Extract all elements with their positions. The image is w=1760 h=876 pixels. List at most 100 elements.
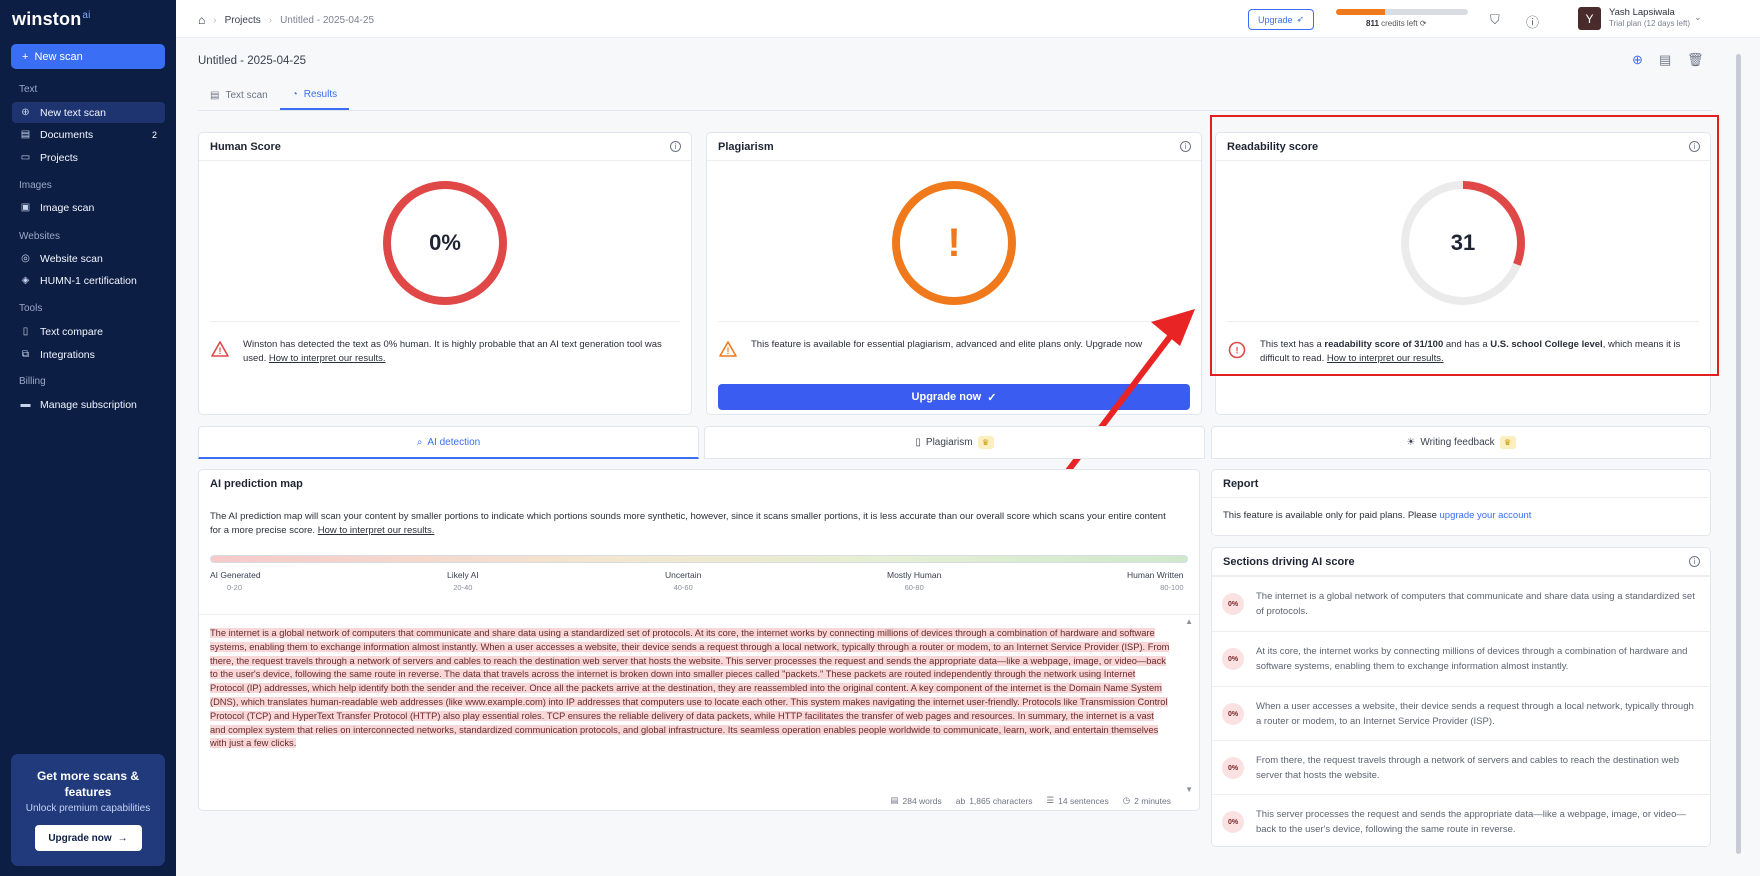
sidebar-item-website-scan[interactable]: ◎ Website scan	[12, 248, 165, 269]
add-icon[interactable]: ⊕	[1632, 52, 1643, 68]
user-plan: Trial plan (12 days left)	[1609, 19, 1691, 28]
sidebar-item-new-text-scan[interactable]: ⊕ New text scan	[12, 102, 165, 123]
human-score-title: Human Score i	[199, 133, 691, 161]
upgrade-account-link[interactable]: upgrade your account	[1440, 510, 1532, 521]
breadcrumb-projects[interactable]: Projects	[225, 15, 261, 26]
promo-upgrade-button[interactable]: Upgrade now →	[34, 825, 142, 851]
documents-count-badge: 2	[151, 129, 157, 140]
interpret-results-link[interactable]: How to interpret our results.	[318, 525, 435, 536]
scroll-down-icon[interactable]: ▼	[1185, 785, 1193, 794]
breadcrumb-separator-icon: ›	[213, 14, 217, 26]
document-icon: ▤	[890, 795, 899, 805]
certificate-icon: ◈	[21, 275, 30, 286]
sentence-count: ☰ 14 sentences	[1046, 795, 1109, 806]
tab-writing-feedback[interactable]: ☀ Writing feedback ♛	[1211, 426, 1711, 459]
tab-plagiarism[interactable]: ▯ Plagiarism ♛	[704, 426, 1205, 459]
score-badge: 0%	[1222, 593, 1244, 615]
archive-icon[interactable]: ▤	[1659, 52, 1671, 68]
svg-text:!: !	[219, 346, 222, 356]
section-text: From there, the request travels through …	[1256, 755, 1679, 781]
upgrade-promo-card: Get more scans & features Unlock premium…	[11, 754, 165, 866]
human-score-value: 0%	[429, 230, 461, 255]
section-text: The internet is a global network of comp…	[1256, 591, 1695, 617]
prediction-map-text-area[interactable]: ▲ The internet is a global network of co…	[199, 614, 1199, 794]
highlighted-text: The internet is a global network of comp…	[210, 628, 1170, 749]
document-icon: ▤	[20, 129, 31, 140]
sidebar-item-humn-certification[interactable]: ◈ HUMN-1 certification	[12, 270, 165, 291]
breadcrumb: ⌂ › Projects › Untitled - 2025-04-25	[198, 13, 374, 27]
info-icon[interactable]: i	[1689, 556, 1700, 567]
section-text: When a user accesses a website, their de…	[1256, 701, 1694, 727]
page-scrollbar[interactable]	[1734, 40, 1743, 866]
score-badge: 0%	[1222, 703, 1244, 725]
sections-driving-card: Sections driving AI score i 0% The interne…	[1211, 547, 1711, 847]
sidebar-item-documents[interactable]: ▤ Documents 2	[12, 124, 165, 145]
check-circle-icon: ✓	[987, 391, 997, 404]
arrow-right-icon: →	[117, 832, 128, 844]
info-icon[interactable]: i	[670, 141, 681, 152]
sidebar: winstonai + New scan Text ⊕ New text scan …	[0, 0, 176, 876]
legend-gradient-bar	[210, 555, 1188, 563]
info-icon[interactable]: i	[1180, 141, 1191, 152]
legend-uncertain: Uncertain 40-60	[665, 570, 702, 592]
sidebar-item-integrations[interactable]: ⧉ Integrations	[12, 344, 165, 365]
plus-circle-icon: ⊕	[21, 107, 30, 118]
promo-title: Get more scans & features	[36, 769, 140, 799]
list-item: 0% When a user accesses a website, their …	[1212, 686, 1710, 740]
tab-text-scan[interactable]: ▤ Text scan	[198, 80, 280, 110]
character-count: ab 1,865 characters	[955, 795, 1033, 806]
section-label-websites: Websites	[19, 231, 60, 242]
credits-left-text: 811 credits left ⟳	[1366, 19, 1427, 28]
scroll-up-icon[interactable]: ▲	[1185, 617, 1193, 626]
sidebar-item-image-scan[interactable]: ▣ Image scan	[12, 197, 165, 218]
ai-prediction-map-title: AI prediction map	[210, 478, 303, 490]
score-badge: 0%	[1222, 757, 1244, 779]
winston-logo[interactable]: winstonai	[12, 9, 91, 30]
tabs-divider	[198, 110, 1712, 111]
rocket-icon: ➶	[1296, 14, 1305, 24]
section-label-billing: Billing	[19, 376, 46, 387]
plagiarism-upgrade-button[interactable]: Upgrade now ✓	[718, 384, 1190, 410]
tab-ai-detection[interactable]: ⌕ AI detection	[198, 426, 699, 459]
warning-icon: !	[211, 341, 229, 362]
refresh-icon[interactable]: ⟳	[1420, 19, 1427, 28]
sidebar-item-projects[interactable]: ▭ Projects	[12, 147, 165, 168]
plagiarism-title: Plagiarism i	[707, 133, 1201, 161]
tab-results[interactable]: ◔ Results	[279, 80, 350, 110]
user-name[interactable]: Yash Lapsiwala	[1609, 7, 1675, 18]
section-label-text: Text	[19, 84, 38, 95]
new-scan-button[interactable]: + New scan	[11, 44, 165, 69]
scrollbar-thumb[interactable]	[1736, 54, 1741, 854]
legend-ai-generated: AI Generated 0-20	[210, 570, 261, 592]
breadcrumb-current: Untitled - 2025-04-25	[280, 14, 375, 26]
chevron-down-icon[interactable]: ⌄	[1694, 12, 1702, 23]
svg-text:!: !	[727, 346, 730, 356]
help-icon[interactable]: ⓘ	[1526, 12, 1539, 31]
plagiarism-message: This feature is available for essential …	[751, 339, 1143, 350]
shield-check-icon[interactable]: ⛉	[1490, 12, 1500, 28]
credits-progress-fill	[1336, 9, 1385, 15]
book-icon: ▯	[915, 437, 921, 448]
annotation-highlight-frame	[1210, 115, 1719, 376]
list-item: 0% The internet is a global network of co…	[1212, 576, 1710, 630]
avatar[interactable]: Y	[1578, 7, 1601, 30]
human-score-gauge: 0%	[381, 179, 509, 307]
human-score-card: Human Score i 0% ! Winston has detected t…	[198, 132, 692, 415]
word-count: ▤ 284 words	[890, 795, 942, 806]
score-badge: 0%	[1222, 648, 1244, 670]
section-label-images: Images	[19, 180, 52, 191]
home-icon[interactable]: ⌂	[198, 13, 205, 27]
sidebar-item-text-compare[interactable]: ▯ Text compare	[12, 321, 165, 342]
globe-icon: ◎	[21, 253, 30, 264]
report-title: Report	[1212, 470, 1710, 498]
search-icon: ⌕	[416, 436, 423, 448]
trash-icon[interactable]: 🗑	[1687, 52, 1704, 68]
upgrade-button[interactable]: Upgrade ➶	[1248, 9, 1314, 30]
sidebar-item-manage-subscription[interactable]: ▬ Manage subscription	[12, 394, 165, 415]
divider	[210, 321, 680, 322]
reading-time: ◷ 2 minutes	[1122, 795, 1171, 806]
results-icon: ◔	[291, 88, 298, 100]
human-score-message: Winston has detected the text as 0% huma…	[243, 339, 662, 364]
interpret-results-link[interactable]: How to interpret our results.	[269, 353, 386, 364]
ai-prediction-map-card: AI prediction map The AI prediction map …	[198, 469, 1200, 811]
